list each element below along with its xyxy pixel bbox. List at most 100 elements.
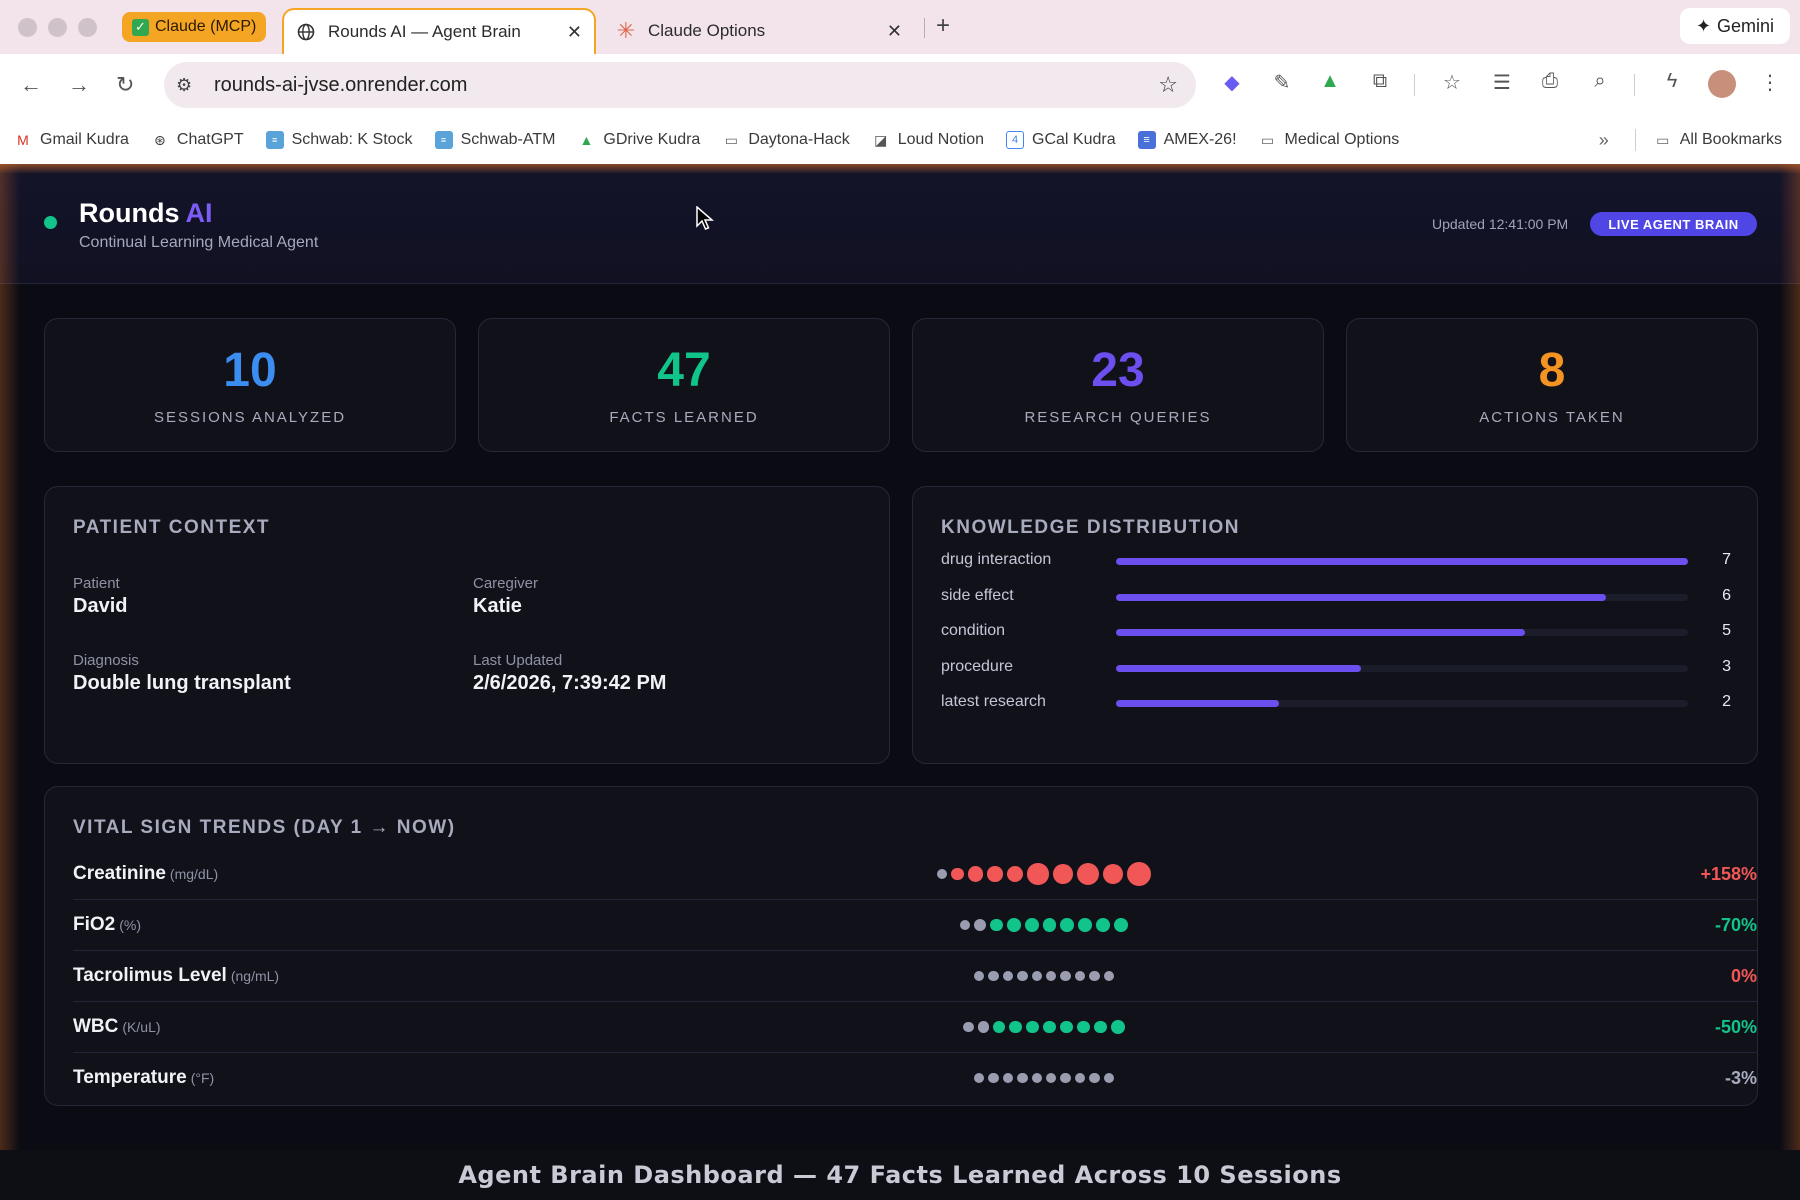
schwab-icon: ≡: [434, 131, 453, 149]
address-bar[interactable]: ⚙ rounds-ai-jvse.onrender.com ☆: [164, 62, 1196, 108]
live-status-dot: [44, 216, 57, 229]
trend-dot: [1103, 970, 1114, 982]
vital-name: Temperature (°F): [73, 1067, 214, 1089]
tab-group-claude-mcp[interactable]: ✓ Claude (MCP): [122, 12, 267, 42]
vital-trend-sparkline: [73, 1053, 1757, 1104]
vital-name: FiO2 (%): [73, 914, 141, 936]
trend-dot: [1103, 1072, 1114, 1084]
reload-icon[interactable]: ↻: [116, 72, 134, 98]
bookmark-daytona-hack[interactable]: ▭ Daytona-Hack: [722, 131, 850, 149]
stat-value: 23: [1091, 344, 1145, 397]
vital-change: +158%: [1700, 864, 1757, 884]
vital-sign-trends-card: VITAL SIGN TRENDS (DAY 1 → NOW) Creatini…: [44, 786, 1758, 1106]
tab-group-label: Claude (MCP): [155, 18, 257, 35]
trend-dot: [1031, 970, 1042, 982]
tab-close-icon[interactable]: ✕: [887, 21, 902, 42]
trend-dot: [1046, 970, 1057, 982]
trend-dot: [1127, 862, 1152, 886]
favorites-icon[interactable]: ☆: [1438, 70, 1466, 95]
site-settings-icon[interactable]: ⚙: [176, 75, 202, 96]
gmail-icon: M: [17, 132, 29, 148]
chevron-more-icon[interactable]: »: [1599, 130, 1609, 151]
bookmark-gdrive-kudra[interactable]: ▲ GDrive Kudra: [577, 131, 700, 149]
trend-dot: [1060, 970, 1071, 982]
vital-name: Creatinine (mg/dL): [73, 863, 218, 885]
tab-close-icon[interactable]: ✕: [567, 22, 582, 43]
vital-change: -3%: [1724, 1068, 1757, 1088]
brand-accent: AI: [185, 198, 213, 228]
url-text[interactable]: rounds-ai-jvse.onrender.com: [214, 74, 467, 97]
trend-dot: [1043, 1020, 1056, 1034]
browser-toolbar: ← → ↻ ⚙ rounds-ai-jvse.onrender.com ☆ ◆ …: [0, 54, 1800, 116]
bookmark-schwab-k-stock[interactable]: ≡ Schwab: K Stock: [265, 131, 413, 149]
page-search-icon[interactable]: ⌕: [1586, 70, 1614, 93]
vital-unit: (mg/dL): [169, 866, 219, 882]
profile-avatar[interactable]: [1708, 70, 1736, 98]
bookmark-label: Schwab: K Stock: [291, 131, 413, 148]
knowledge-count: 5: [1722, 622, 1731, 639]
vital-change: 0%: [1730, 966, 1757, 986]
schwab-icon: ≡: [265, 131, 284, 149]
bookmark-amex-26[interactable]: ≡ AMEX-26!: [1137, 131, 1237, 149]
updated-timestamp: Updated 12:41:00 PM: [1432, 216, 1569, 232]
vital-sign-row: Tacrolimus Level (ng/mL) 0%: [73, 951, 1757, 1002]
window-minimize-button[interactable]: [48, 18, 67, 37]
new-tab-button[interactable]: +: [936, 12, 950, 40]
bookmark-loud-notion[interactable]: ◪ Loud Notion: [872, 131, 984, 149]
knowledge-category-label: condition: [941, 622, 1006, 639]
knowledge-category-label: side effect: [941, 586, 1014, 604]
stat-label: FACTS LEARNED: [609, 409, 759, 426]
bookmark-chatgpt[interactable]: ⊛ ChatGPT: [151, 131, 244, 149]
caption-bar: Agent Brain Dashboard — 47 Facts Learned…: [0, 1150, 1800, 1200]
trend-dot: [1017, 970, 1028, 982]
stat-value: 10: [223, 344, 277, 397]
knowledge-bar-track: [1116, 700, 1688, 707]
forward-arrow-icon[interactable]: →: [68, 72, 90, 98]
toolbar-divider: [1414, 74, 1415, 96]
app-viewport: Rounds AI Continual Learning Medical Agen…: [0, 164, 1800, 1150]
gemini-button[interactable]: ✦ Gemini: [1680, 8, 1790, 44]
doc-icon: ≡: [1137, 131, 1156, 149]
puzzle-extensions-icon[interactable]: ⧉: [1366, 70, 1394, 93]
window-zoom-button[interactable]: [78, 18, 97, 37]
performance-icon[interactable]: ϟ: [1658, 70, 1686, 93]
patient-value: David: [73, 595, 128, 617]
trend-dot: [974, 970, 985, 982]
bookmark-star-icon[interactable]: ☆: [1158, 72, 1178, 98]
window-close-button[interactable]: [18, 18, 37, 37]
reading-list-icon[interactable]: ☰: [1488, 70, 1516, 95]
print-icon[interactable]: ⎙: [1536, 70, 1564, 93]
vital-unit: (%): [119, 917, 142, 933]
eyedropper-icon[interactable]: ✎: [1268, 70, 1296, 95]
trend-dot: [973, 918, 987, 932]
stat-label: RESEARCH QUERIES: [1024, 409, 1212, 426]
bookmark-medical-options[interactable]: ▭ Medical Options: [1259, 131, 1399, 149]
trend-dot: [1002, 1072, 1014, 1084]
vital-sign-row: WBC (K/uL) -50%: [73, 1002, 1757, 1053]
vital-unit: (ng/mL): [230, 968, 280, 984]
vital-trend-sparkline: [73, 1002, 1757, 1053]
extension-icon[interactable]: ◆: [1218, 70, 1246, 95]
bookmark-gcal-kudra[interactable]: 4 GCal Kudra: [1006, 131, 1116, 149]
bookmarks-divider: [1634, 129, 1636, 151]
trend-dot: [1113, 917, 1129, 933]
trend-dot: [1060, 1072, 1071, 1084]
back-arrow-icon[interactable]: ←: [20, 72, 42, 98]
calendar-icon: 4: [1006, 131, 1024, 149]
vital-unit: (°F): [190, 1070, 215, 1086]
tab-rounds-ai[interactable]: Rounds AI — Agent Brain ✕: [282, 8, 596, 54]
trend-dot: [1017, 1072, 1028, 1084]
stat-card-sessions: 10 SESSIONS ANALYZED: [44, 318, 456, 452]
knowledge-bar-fill: [1116, 558, 1688, 565]
tab-claude-options[interactable]: ✳ Claude Options ✕: [608, 8, 914, 54]
stat-card-actions: 8 ACTIONS TAKEN: [1346, 318, 1758, 452]
bookmark-gmail-kudra[interactable]: M Gmail Kudra: [14, 131, 129, 149]
bookmark-schwab-atm[interactable]: ≡ Schwab-ATM: [434, 131, 555, 149]
vital-name-text: Temperature: [73, 1067, 187, 1088]
caregiver-label: Caregiver: [473, 575, 539, 592]
menu-kebab-icon[interactable]: ⋮: [1756, 70, 1784, 95]
bookmark-label: Loud Notion: [897, 131, 984, 148]
drive-icon[interactable]: ▲: [1316, 70, 1344, 93]
trend-dot: [1110, 1020, 1125, 1034]
all-bookmarks-button[interactable]: ▭ All Bookmarks: [1654, 131, 1782, 149]
